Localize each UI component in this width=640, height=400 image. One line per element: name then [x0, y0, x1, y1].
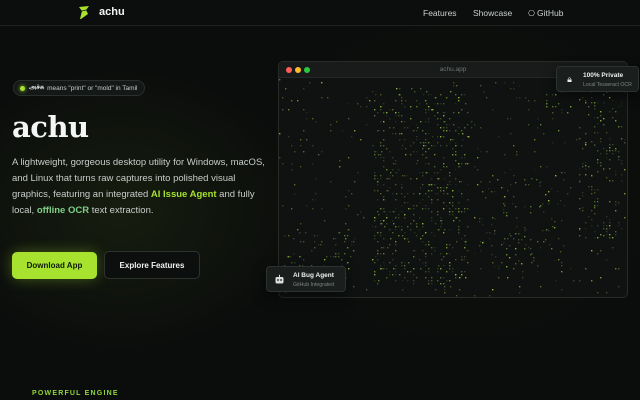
- brand-name[interactable]: achu: [99, 6, 125, 18]
- robot-icon: [275, 274, 284, 284]
- hero-highlight-ai-agent: AI Issue Agent: [150, 189, 217, 200]
- lock-icon: 🔒︎: [567, 74, 572, 84]
- hero-description: A lightweight, gorgeous desktop utility …: [12, 155, 267, 219]
- github-icon: ⎔: [528, 9, 535, 18]
- explore-features-button[interactable]: Explore Features: [104, 251, 200, 279]
- tamil-meaning-badge: அச்சு means "print" or "mold" in Tamil: [13, 80, 146, 96]
- bug-card-subtitle: GitHub Integrated: [293, 282, 334, 288]
- badge-text: means "print" or "mold" in Tamil: [47, 84, 138, 92]
- hero-desc-part3: text extraction.: [89, 205, 154, 216]
- status-dot-icon: [20, 85, 25, 91]
- hero-highlight-ocr: offline OCR: [36, 205, 90, 216]
- download-app-button[interactable]: Download App: [12, 252, 97, 279]
- leaf-logo-icon[interactable]: [78, 5, 90, 20]
- nav-link-github-label: GitHub: [536, 8, 564, 18]
- nav-link-showcase[interactable]: Showcase: [473, 8, 512, 18]
- section-label-powerful-engine: POWERFUL ENGINE: [32, 390, 119, 397]
- private-card-subtitle: Local Tesseract OCR: [583, 82, 632, 88]
- nav-link-features[interactable]: Features: [423, 8, 457, 18]
- bug-card-title: AI Bug Agent: [293, 272, 334, 279]
- app-preview-window: achu.app: [278, 61, 628, 298]
- private-card-title: 100% Private: [583, 72, 624, 79]
- top-navbar: achu Features Showcase ⎔ GitHub: [0, 0, 640, 26]
- badge-tamil-word: அச்சு: [29, 84, 45, 91]
- hero-title: achu: [12, 110, 89, 144]
- nav-link-github[interactable]: ⎔ GitHub: [528, 8, 563, 18]
- private-ocr-card: 🔒︎ 100% Private Local Tesseract OCR: [556, 66, 639, 92]
- ai-bug-agent-card: AI Bug Agent GitHub Integrated: [266, 266, 346, 292]
